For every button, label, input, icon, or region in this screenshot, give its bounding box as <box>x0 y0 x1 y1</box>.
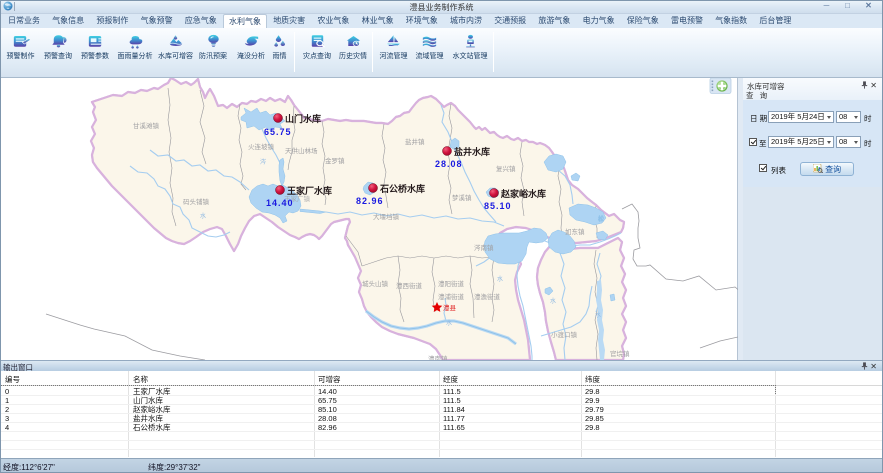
svg-text:28.08: 28.08 <box>435 159 463 169</box>
svg-text:65.75: 65.75 <box>264 127 292 137</box>
svg-text:大堰垱镇: 大堰垱镇 <box>373 212 400 221</box>
svg-text:85.10: 85.10 <box>484 201 512 211</box>
svg-text:天供山林场: 天供山林场 <box>285 146 318 155</box>
svg-text:澧浦街道: 澧浦街道 <box>438 292 465 301</box>
svg-text:水: 水 <box>200 212 206 220</box>
svg-text:涔: 涔 <box>260 158 266 166</box>
svg-text:水: 水 <box>595 311 601 319</box>
svg-text:14.40: 14.40 <box>266 198 294 208</box>
svg-text:官垸镇: 官垸镇 <box>610 349 630 358</box>
svg-text:澧县: 澧县 <box>443 303 457 312</box>
svg-text:复兴镇: 复兴镇 <box>496 164 516 173</box>
svg-text:水: 水 <box>550 297 556 305</box>
svg-text:山门水库: 山门水库 <box>285 113 321 124</box>
svg-text:甘溪滩镇: 甘溪滩镇 <box>133 121 160 130</box>
svg-text:盐井镇: 盐井镇 <box>405 137 425 146</box>
svg-text:盐井水库: 盐井水库 <box>454 146 490 157</box>
svg-text:涔南镇: 涔南镇 <box>474 243 494 252</box>
svg-text:石公桥水库: 石公桥水库 <box>379 183 425 194</box>
svg-text:码头铺镇: 码头铺镇 <box>183 197 210 206</box>
svg-text:城头山镇: 城头山镇 <box>362 279 389 288</box>
svg-text:金罗镇: 金罗镇 <box>325 156 345 165</box>
svg-text:澧澹街道: 澧澹街道 <box>474 292 501 301</box>
svg-text:82.96: 82.96 <box>356 196 384 206</box>
svg-text:王家厂水库: 王家厂水库 <box>287 185 332 196</box>
svg-text:澧西街道: 澧西街道 <box>396 281 423 290</box>
svg-text:小渡口镇: 小渡口镇 <box>551 330 578 339</box>
svg-text:水: 水 <box>446 319 452 327</box>
svg-text:火连坡镇: 火连坡镇 <box>248 142 275 151</box>
svg-text:松: 松 <box>598 215 604 223</box>
svg-text:澧阳街道: 澧阳街道 <box>438 279 465 288</box>
svg-text:赵家峪水库: 赵家峪水库 <box>500 188 546 199</box>
svg-text:梦溪镇: 梦溪镇 <box>452 193 472 202</box>
svg-text:如东镇: 如东镇 <box>565 227 585 236</box>
svg-text:水: 水 <box>497 275 503 283</box>
